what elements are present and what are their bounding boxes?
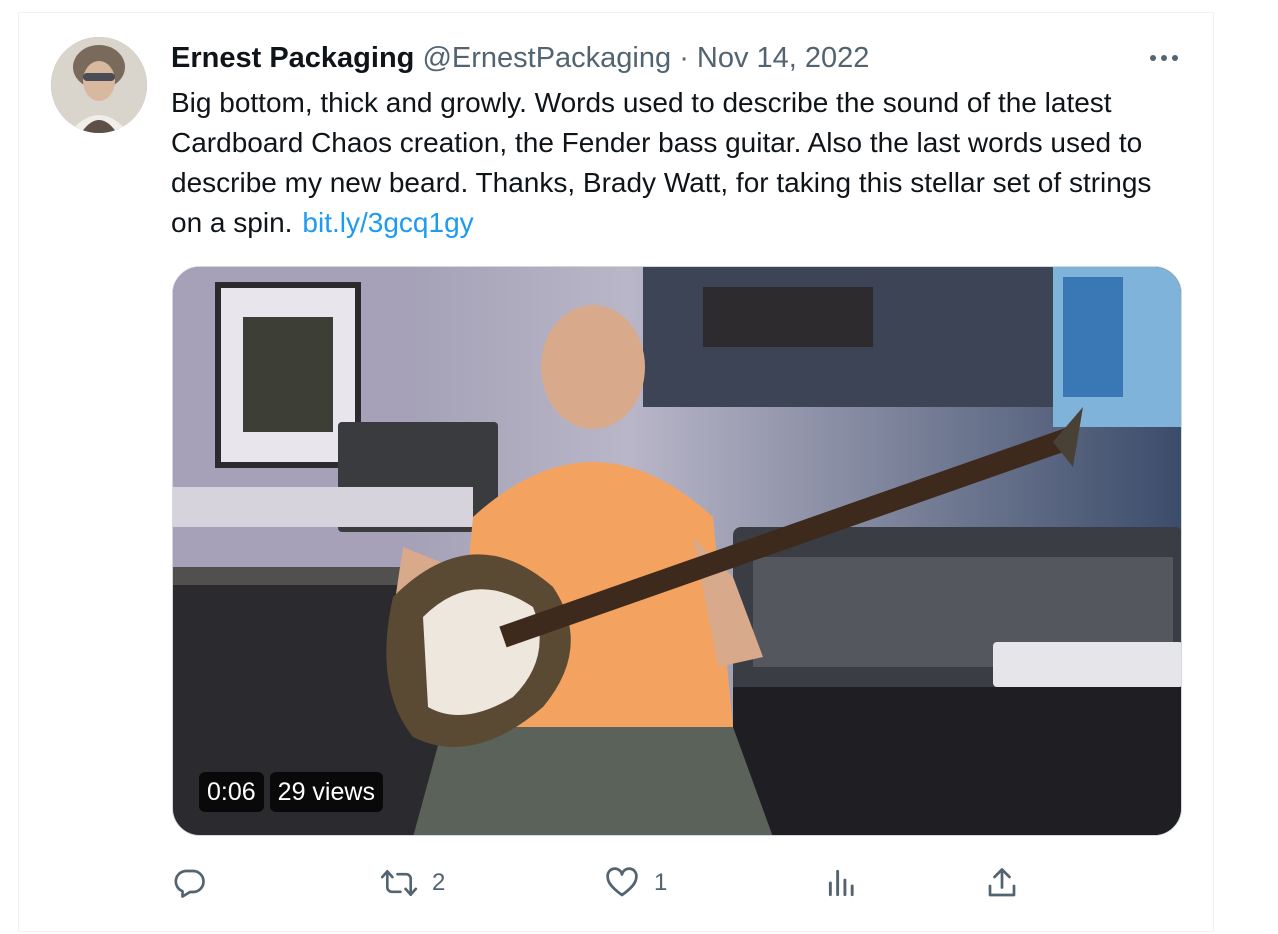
analytics-icon [828,869,854,897]
author-display-name[interactable]: Ernest Packaging [171,42,414,74]
tweet-actions: 2 1 [170,862,1070,904]
like-count: 1 [654,869,668,896]
more-icon [1150,55,1178,61]
analytics-button[interactable] [826,862,858,904]
retweet-icon [380,869,418,897]
video-duration: 0:06 [199,772,264,812]
author-avatar[interactable] [51,37,147,133]
retweet-count: 2 [432,869,446,896]
like-button[interactable]: 1 [604,862,667,904]
video-views: 29 views [269,772,383,812]
reply-button[interactable] [172,862,208,904]
author-handle[interactable]: @ErnestPackaging [422,42,671,74]
share-icon [988,868,1016,897]
avatar-image [51,37,147,133]
video-thumbnail [173,267,1181,835]
separator-dot: · [679,42,689,74]
reply-icon [174,869,205,898]
retweet-button[interactable]: 2 [380,862,445,904]
tweet-link[interactable]: bit.ly/3gcq1gy [302,207,473,238]
tweet-text: Big bottom, thick and growly. Words used… [171,83,1171,243]
heart-icon [606,867,638,897]
tweet-header: Ernest Packaging @ErnestPackaging · Nov … [171,38,869,78]
share-button[interactable] [984,862,1020,904]
more-options-button[interactable] [1143,44,1187,72]
video-overlay: 0:06 29 views [199,772,383,812]
tweet-video[interactable]: 0:06 29 views [172,266,1182,836]
tweet-date[interactable]: Nov 14, 2022 [697,42,870,74]
